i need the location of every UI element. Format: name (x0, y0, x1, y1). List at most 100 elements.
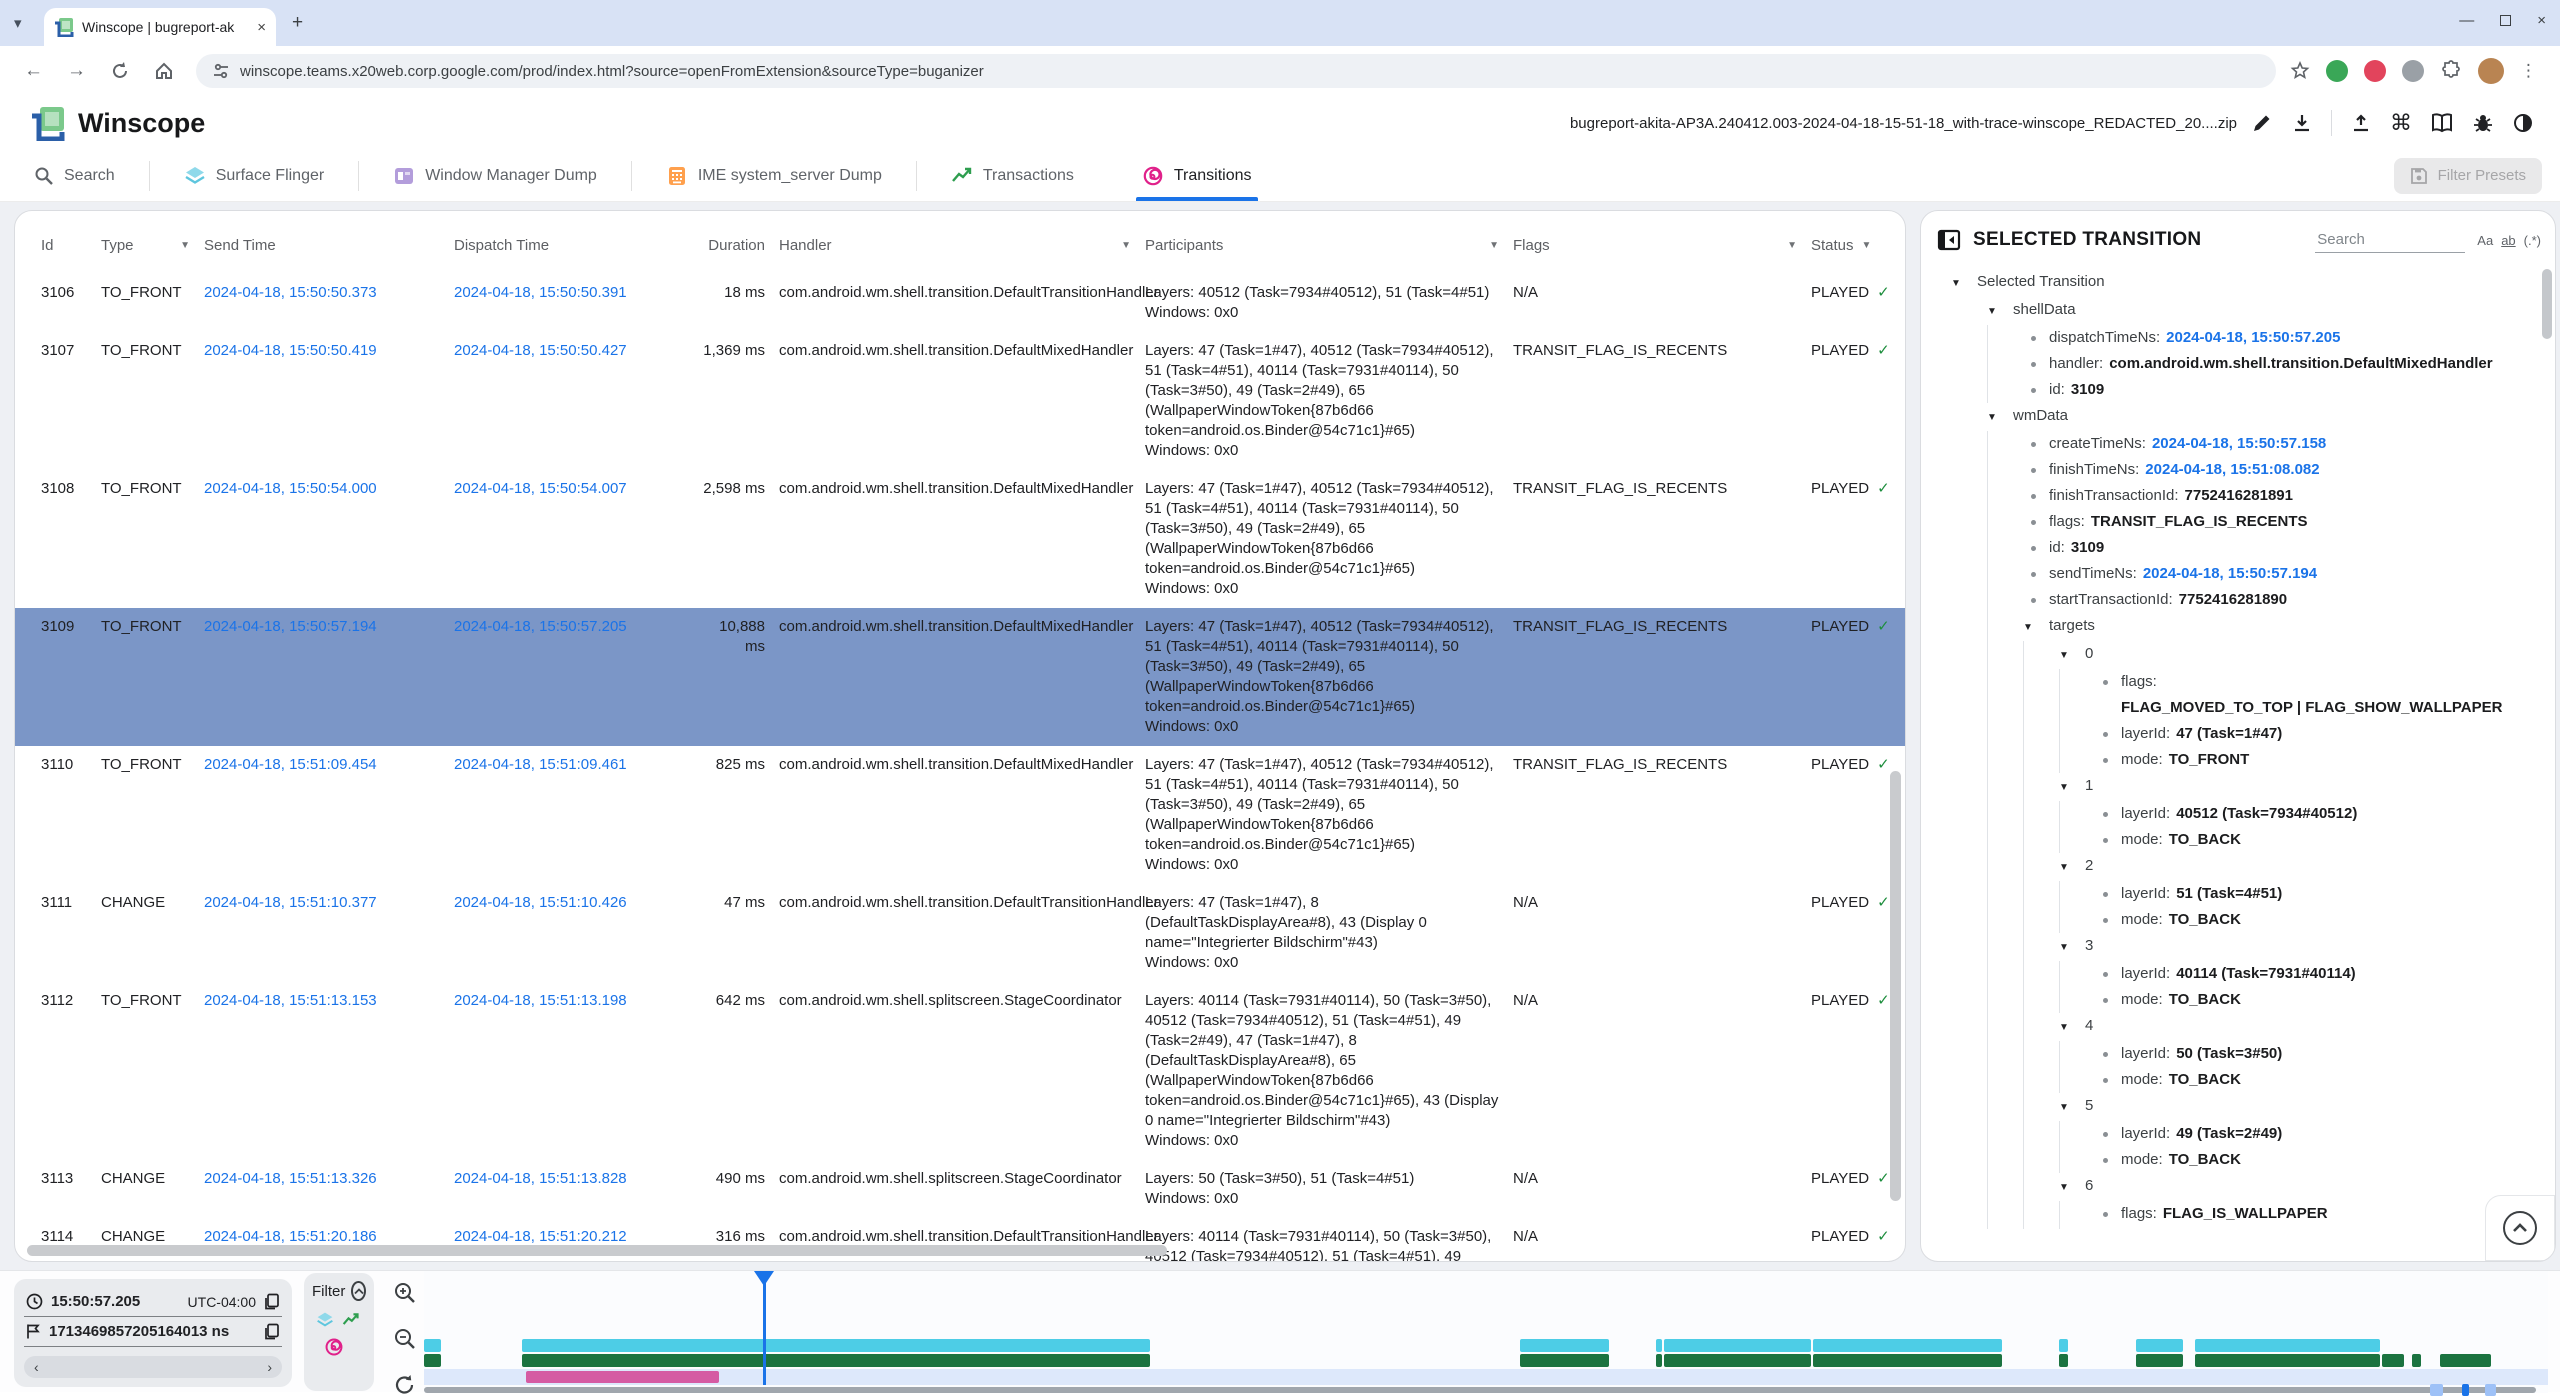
match-case-icon[interactable]: Aa (2477, 233, 2493, 248)
transactions-trace-segment[interactable] (424, 1354, 441, 1367)
tree-node[interactable]: ▼5 (1921, 1093, 2555, 1121)
transitions-trace-toggle[interactable] (324, 1337, 344, 1357)
zoom-reset-icon[interactable] (393, 1373, 417, 1397)
tree-expand-icon[interactable]: ▼ (1987, 403, 2013, 431)
tree-node[interactable]: ▼Selected Transition (1921, 269, 2555, 297)
collapse-filter-icon[interactable] (351, 1281, 366, 1301)
tab-search[interactable]: Search (0, 150, 149, 201)
url-bar[interactable]: winscope.teams.x20web.corp.google.com/pr… (196, 54, 2276, 88)
extension-green-icon[interactable] (2326, 60, 2348, 82)
dispatch-time-link[interactable]: 2024-04-18, 15:50:57.205 (454, 618, 627, 635)
table-row[interactable]: 3112TO_FRONT2024-04-18, 15:51:13.1532024… (15, 982, 1905, 1160)
column-header-status[interactable]: Status▼ (1811, 237, 1891, 254)
tree-expand-icon[interactable]: ▼ (2059, 933, 2085, 961)
transactions-trace-segment[interactable] (2412, 1354, 2420, 1367)
sf-trace-segment[interactable] (1813, 1339, 2002, 1352)
match-word-icon[interactable]: ab (2501, 233, 2515, 248)
zoom-in-icon[interactable] (393, 1281, 417, 1305)
sf-trace-segment[interactable] (1656, 1339, 1662, 1352)
send-time-link[interactable]: 2024-04-18, 15:51:13.153 (204, 992, 377, 1009)
tab-window-manager-dump[interactable]: Window Manager Dump (359, 150, 631, 201)
send-time-link[interactable]: 2024-04-18, 15:51:09.454 (204, 756, 377, 773)
column-header-type[interactable]: Type▼ (101, 237, 204, 254)
tab-transactions[interactable]: Transactions (917, 150, 1108, 201)
send-time-link[interactable]: 2024-04-18, 15:51:20.186 (204, 1228, 377, 1245)
pan-left-icon[interactable]: ‹ (34, 1359, 39, 1375)
transactions-trace-toggle[interactable] (342, 1311, 360, 1329)
shortcuts-icon[interactable]: ⌘ (2390, 110, 2412, 136)
tab-ime-system-server-dump[interactable]: IME system_server Dump (632, 150, 916, 201)
tree-node[interactable]: ▼2 (1921, 853, 2555, 881)
dispatch-time-link[interactable]: 2024-04-18, 15:51:20.212 (454, 1228, 627, 1245)
column-header-id[interactable]: Id (41, 237, 101, 254)
pan-right-icon[interactable]: › (267, 1359, 272, 1375)
transactions-trace-segment[interactable] (1664, 1354, 1811, 1367)
tree-node[interactable]: ▼shellData (1921, 297, 2555, 325)
tree-expand-icon[interactable]: ▼ (2059, 773, 2085, 801)
table-row[interactable]: 3110TO_FRONT2024-04-18, 15:51:09.4542024… (15, 746, 1905, 884)
tree-node[interactable]: ▼6 (1921, 1173, 2555, 1201)
dispatch-time-link[interactable]: 2024-04-18, 15:51:13.828 (454, 1170, 627, 1187)
tree-expand-icon[interactable]: ▼ (2059, 853, 2085, 881)
forward-icon[interactable]: → (67, 60, 86, 82)
window-maximize-button[interactable] (2500, 15, 2511, 26)
filter-chevron-icon[interactable]: ▼ (180, 240, 190, 251)
transactions-trace-segment[interactable] (2195, 1354, 2380, 1367)
column-header-handler[interactable]: Handler▼ (779, 237, 1145, 254)
send-time-link[interactable]: 2024-04-18, 15:50:50.373 (204, 284, 377, 301)
tab-surface-flinger[interactable]: Surface Flinger (150, 150, 359, 201)
edit-pencil-icon[interactable] (2251, 112, 2273, 134)
sf-trace-segment[interactable] (424, 1339, 441, 1352)
dispatch-time-link[interactable]: 2024-04-18, 15:51:09.461 (454, 756, 627, 773)
transactions-track[interactable] (424, 1354, 2548, 1367)
regex-icon[interactable]: (.*) (2524, 233, 2541, 248)
table-row[interactable]: 3113CHANGE2024-04-18, 15:51:13.3262024-0… (15, 1160, 1905, 1218)
transactions-trace-segment[interactable] (1520, 1354, 1609, 1367)
transactions-trace-segment[interactable] (2382, 1354, 2403, 1367)
documentation-book-icon[interactable] (2430, 112, 2454, 134)
tree-node[interactable]: ▼4 (1921, 1013, 2555, 1041)
browser-menu-icon[interactable]: ⋮ (2520, 61, 2537, 81)
table-row[interactable]: 3108TO_FRONT2024-04-18, 15:50:54.0002024… (15, 470, 1905, 608)
sf-trace-segment[interactable] (2195, 1339, 2380, 1352)
browser-tab[interactable]: Winscope | bugreport-ak × (44, 8, 276, 46)
filter-presets-button[interactable]: Filter Presets (2394, 158, 2542, 194)
send-time-link[interactable]: 2024-04-18, 15:51:10.377 (204, 894, 377, 911)
transactions-trace-segment[interactable] (2136, 1354, 2183, 1367)
tree-node[interactable]: ▼0 (1921, 641, 2555, 669)
bookmark-star-icon[interactable] (2290, 61, 2310, 81)
send-time-link[interactable]: 2024-04-18, 15:50:50.419 (204, 342, 377, 359)
tree-expand-icon[interactable]: ▼ (2059, 1013, 2085, 1041)
dark-mode-toggle-icon[interactable] (2512, 112, 2534, 134)
filter-chevron-icon[interactable]: ▼ (1489, 240, 1499, 251)
back-icon[interactable]: ← (24, 60, 43, 82)
tab-close-icon[interactable]: × (257, 19, 266, 36)
new-tab-button[interactable]: + (292, 12, 303, 34)
column-header-duration[interactable]: Duration (701, 237, 779, 254)
window-minimize-button[interactable]: — (2459, 12, 2474, 29)
column-header-participants[interactable]: Participants▼ (1145, 237, 1513, 254)
send-time-link[interactable]: 2024-04-18, 15:50:54.000 (204, 480, 377, 497)
report-bug-icon[interactable] (2472, 112, 2494, 134)
sf-trace-segment[interactable] (522, 1339, 1151, 1352)
window-close-button[interactable]: × (2537, 12, 2546, 29)
copy-icon[interactable] (264, 1293, 280, 1310)
tree-expand-icon[interactable]: ▼ (2023, 613, 2049, 641)
tab-search-chevron-icon[interactable]: ▾ (14, 14, 22, 32)
tree-node[interactable]: ▼3 (1921, 933, 2555, 961)
send-time-link[interactable]: 2024-04-18, 15:50:57.194 (204, 618, 377, 635)
download-icon[interactable] (2291, 112, 2313, 134)
table-horizontal-scrollbar[interactable] (27, 1245, 1167, 1256)
sf-trace-segment[interactable] (2059, 1339, 2067, 1352)
home-icon[interactable] (154, 61, 174, 81)
details-search-input[interactable] (2315, 227, 2465, 253)
transactions-trace-segment[interactable] (1656, 1354, 1662, 1367)
sf-trace-segment[interactable] (2136, 1339, 2183, 1352)
tree-expand-icon[interactable]: ▼ (2059, 1173, 2085, 1201)
tree-expand-icon[interactable]: ▼ (1987, 297, 2013, 325)
tree-expand-icon[interactable]: ▼ (1951, 269, 1977, 297)
tree-node[interactable]: ▼wmData (1921, 403, 2555, 431)
timeline-minimap-scrubber[interactable] (424, 1387, 2536, 1393)
tab-transitions[interactable]: Transitions (1108, 150, 1286, 201)
profile-avatar[interactable] (2478, 58, 2504, 84)
